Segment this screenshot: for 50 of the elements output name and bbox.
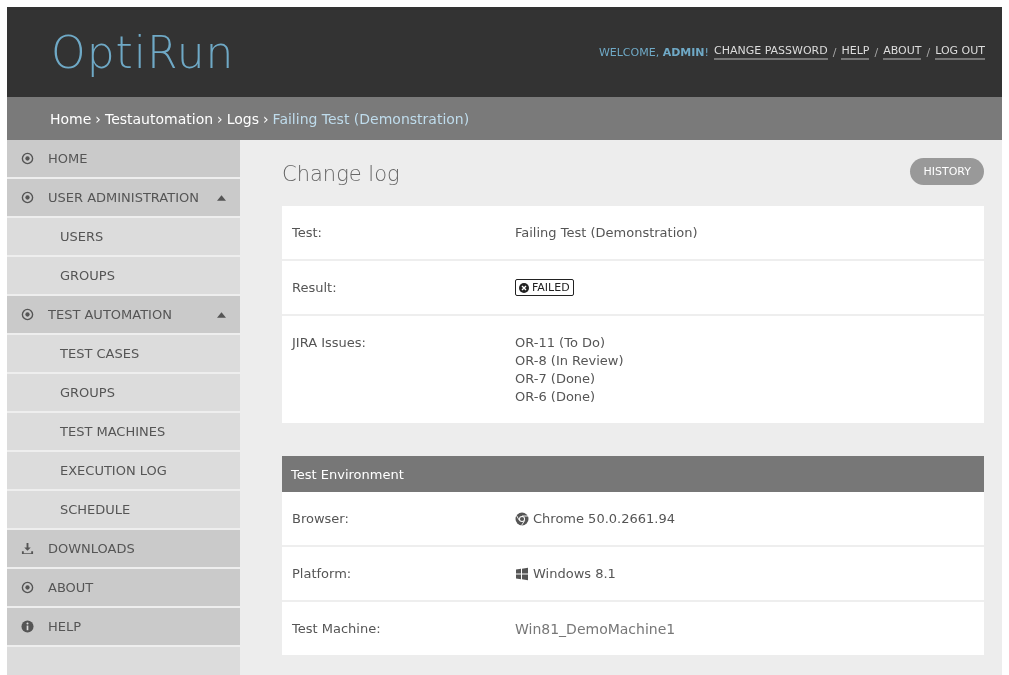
breadcrumb-separator: ›	[95, 110, 101, 127]
header-link[interactable]: HELP	[841, 44, 870, 60]
field-label: Platform:	[292, 566, 353, 581]
breadcrumb-link[interactable]: Logs	[226, 110, 259, 127]
status-badge: FAILED	[515, 279, 574, 296]
breadcrumb-separator: ›	[263, 110, 269, 127]
breadcrumb-link[interactable]: Testautomation	[104, 110, 214, 127]
field-value: Failing Test (Demonstration)	[515, 225, 698, 240]
page-title: Change log	[282, 161, 400, 186]
target-icon	[21, 191, 34, 204]
history-button[interactable]: HISTORY	[910, 157, 984, 185]
sidebar-item[interactable]: HOME	[7, 140, 240, 179]
breadcrumb-link[interactable]: Home	[50, 110, 92, 127]
sidebar-item[interactable]: DOWNLOADS	[7, 530, 240, 569]
sidebar-item[interactable]: TEST AUTOMATION	[7, 296, 240, 335]
logo: OptiRun	[51, 26, 235, 78]
issue-link[interactable]: OR-6 (Done)	[515, 389, 624, 404]
separator: /	[926, 45, 931, 59]
sidebar-item[interactable]: HELP	[7, 608, 240, 647]
header-link[interactable]: ABOUT	[883, 44, 922, 60]
issue-link[interactable]: OR-11 (To Do)	[515, 335, 624, 350]
field-value: Win81_DemoMachine1	[515, 620, 676, 637]
issue-link[interactable]: OR-8 (In Review)	[515, 353, 624, 368]
windows-icon	[515, 566, 529, 581]
field-label: JIRA Issues:	[292, 335, 367, 350]
header-link[interactable]: LOG OUT	[935, 44, 985, 60]
caret-icon	[217, 311, 226, 318]
sidebar-item[interactable]: ABOUT	[7, 569, 240, 608]
issue-link[interactable]: OR-7 (Done)	[515, 371, 624, 386]
header-link[interactable]: CHANGE PASSWORD	[713, 44, 828, 60]
download-icon	[21, 542, 34, 555]
section-header: Test Environment	[282, 456, 984, 492]
target-icon	[21, 152, 34, 165]
sidebar-item[interactable]: USER ADMINISTRATION	[7, 179, 240, 218]
field-label: Result:	[292, 280, 338, 295]
target-icon	[21, 581, 34, 594]
field-label: Browser:	[292, 511, 350, 526]
target-icon	[21, 308, 34, 321]
chrome-icon	[515, 511, 529, 526]
field-value: Windows 8.1	[533, 566, 616, 581]
field-label: Test Machine:	[292, 621, 382, 636]
separator: /	[832, 45, 837, 59]
info-icon	[21, 620, 34, 633]
breadcrumb-link[interactable]: Failing Test (Demonstration)	[272, 110, 470, 127]
field-label: Test:	[292, 225, 323, 240]
caret-icon	[217, 194, 226, 201]
field-value: Chrome 50.0.2661.94	[533, 511, 675, 526]
breadcrumb-separator: ›	[217, 110, 223, 127]
welcome-text: WELCOME, ADMIN!	[598, 45, 709, 59]
separator: /	[874, 45, 879, 59]
